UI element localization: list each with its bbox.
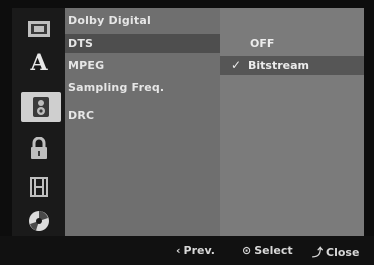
menu-item-dolby-digital[interactable]: Dolby Digital: [65, 11, 220, 30]
option-label: Bitstream: [248, 59, 309, 72]
film-icon[interactable]: [24, 174, 54, 200]
select-hint[interactable]: ⊙ Select: [242, 244, 293, 257]
checkmark-icon: ✓: [231, 58, 242, 72]
option-label: OFF: [250, 37, 275, 50]
return-icon: ⤴: [312, 246, 323, 259]
menu-item-drc[interactable]: DRC: [65, 106, 220, 125]
prev-hint[interactable]: ‹ Prev.: [176, 244, 215, 257]
menu-item-mpeg[interactable]: MPEG: [65, 56, 220, 75]
audio-menu: Dolby Digital DTS MPEG Sampling Freq. DR…: [65, 8, 220, 236]
disc-menu-icon[interactable]: [24, 16, 54, 42]
menu-item-label: DTS: [68, 37, 94, 50]
sidebar: A: [12, 8, 65, 236]
chevron-left-icon: ‹: [176, 244, 181, 257]
menu-item-label: Sampling Freq.: [68, 81, 165, 94]
setup-screen: A Dolby Digital DTS MPEG Sampling Freq. …: [0, 0, 374, 265]
lock-icon[interactable]: [24, 136, 54, 162]
menu-item-label: DRC: [68, 109, 95, 122]
disc-icon[interactable]: [24, 208, 54, 234]
menu-item-label: Dolby Digital: [68, 14, 151, 27]
menu-item-sampling-freq[interactable]: Sampling Freq.: [65, 78, 220, 97]
prev-label: Prev.: [183, 244, 215, 257]
option-off[interactable]: OFF: [220, 34, 364, 53]
select-button-icon: ⊙: [242, 244, 252, 257]
close-label: Close: [326, 245, 360, 259]
dts-options: OFF ✓ Bitstream: [220, 8, 364, 236]
option-bitstream[interactable]: ✓ Bitstream: [220, 56, 364, 75]
language-icon[interactable]: A: [24, 50, 54, 76]
audio-speaker-icon[interactable]: [21, 92, 61, 122]
bottom-hint-bar: ‹ Prev. ⊙ Select ⤴ Close: [0, 236, 374, 265]
close-hint[interactable]: ⤴ Close: [312, 244, 359, 260]
menu-item-dts[interactable]: DTS: [65, 34, 220, 53]
select-label: Select: [254, 244, 293, 257]
menu-item-label: MPEG: [68, 59, 105, 72]
